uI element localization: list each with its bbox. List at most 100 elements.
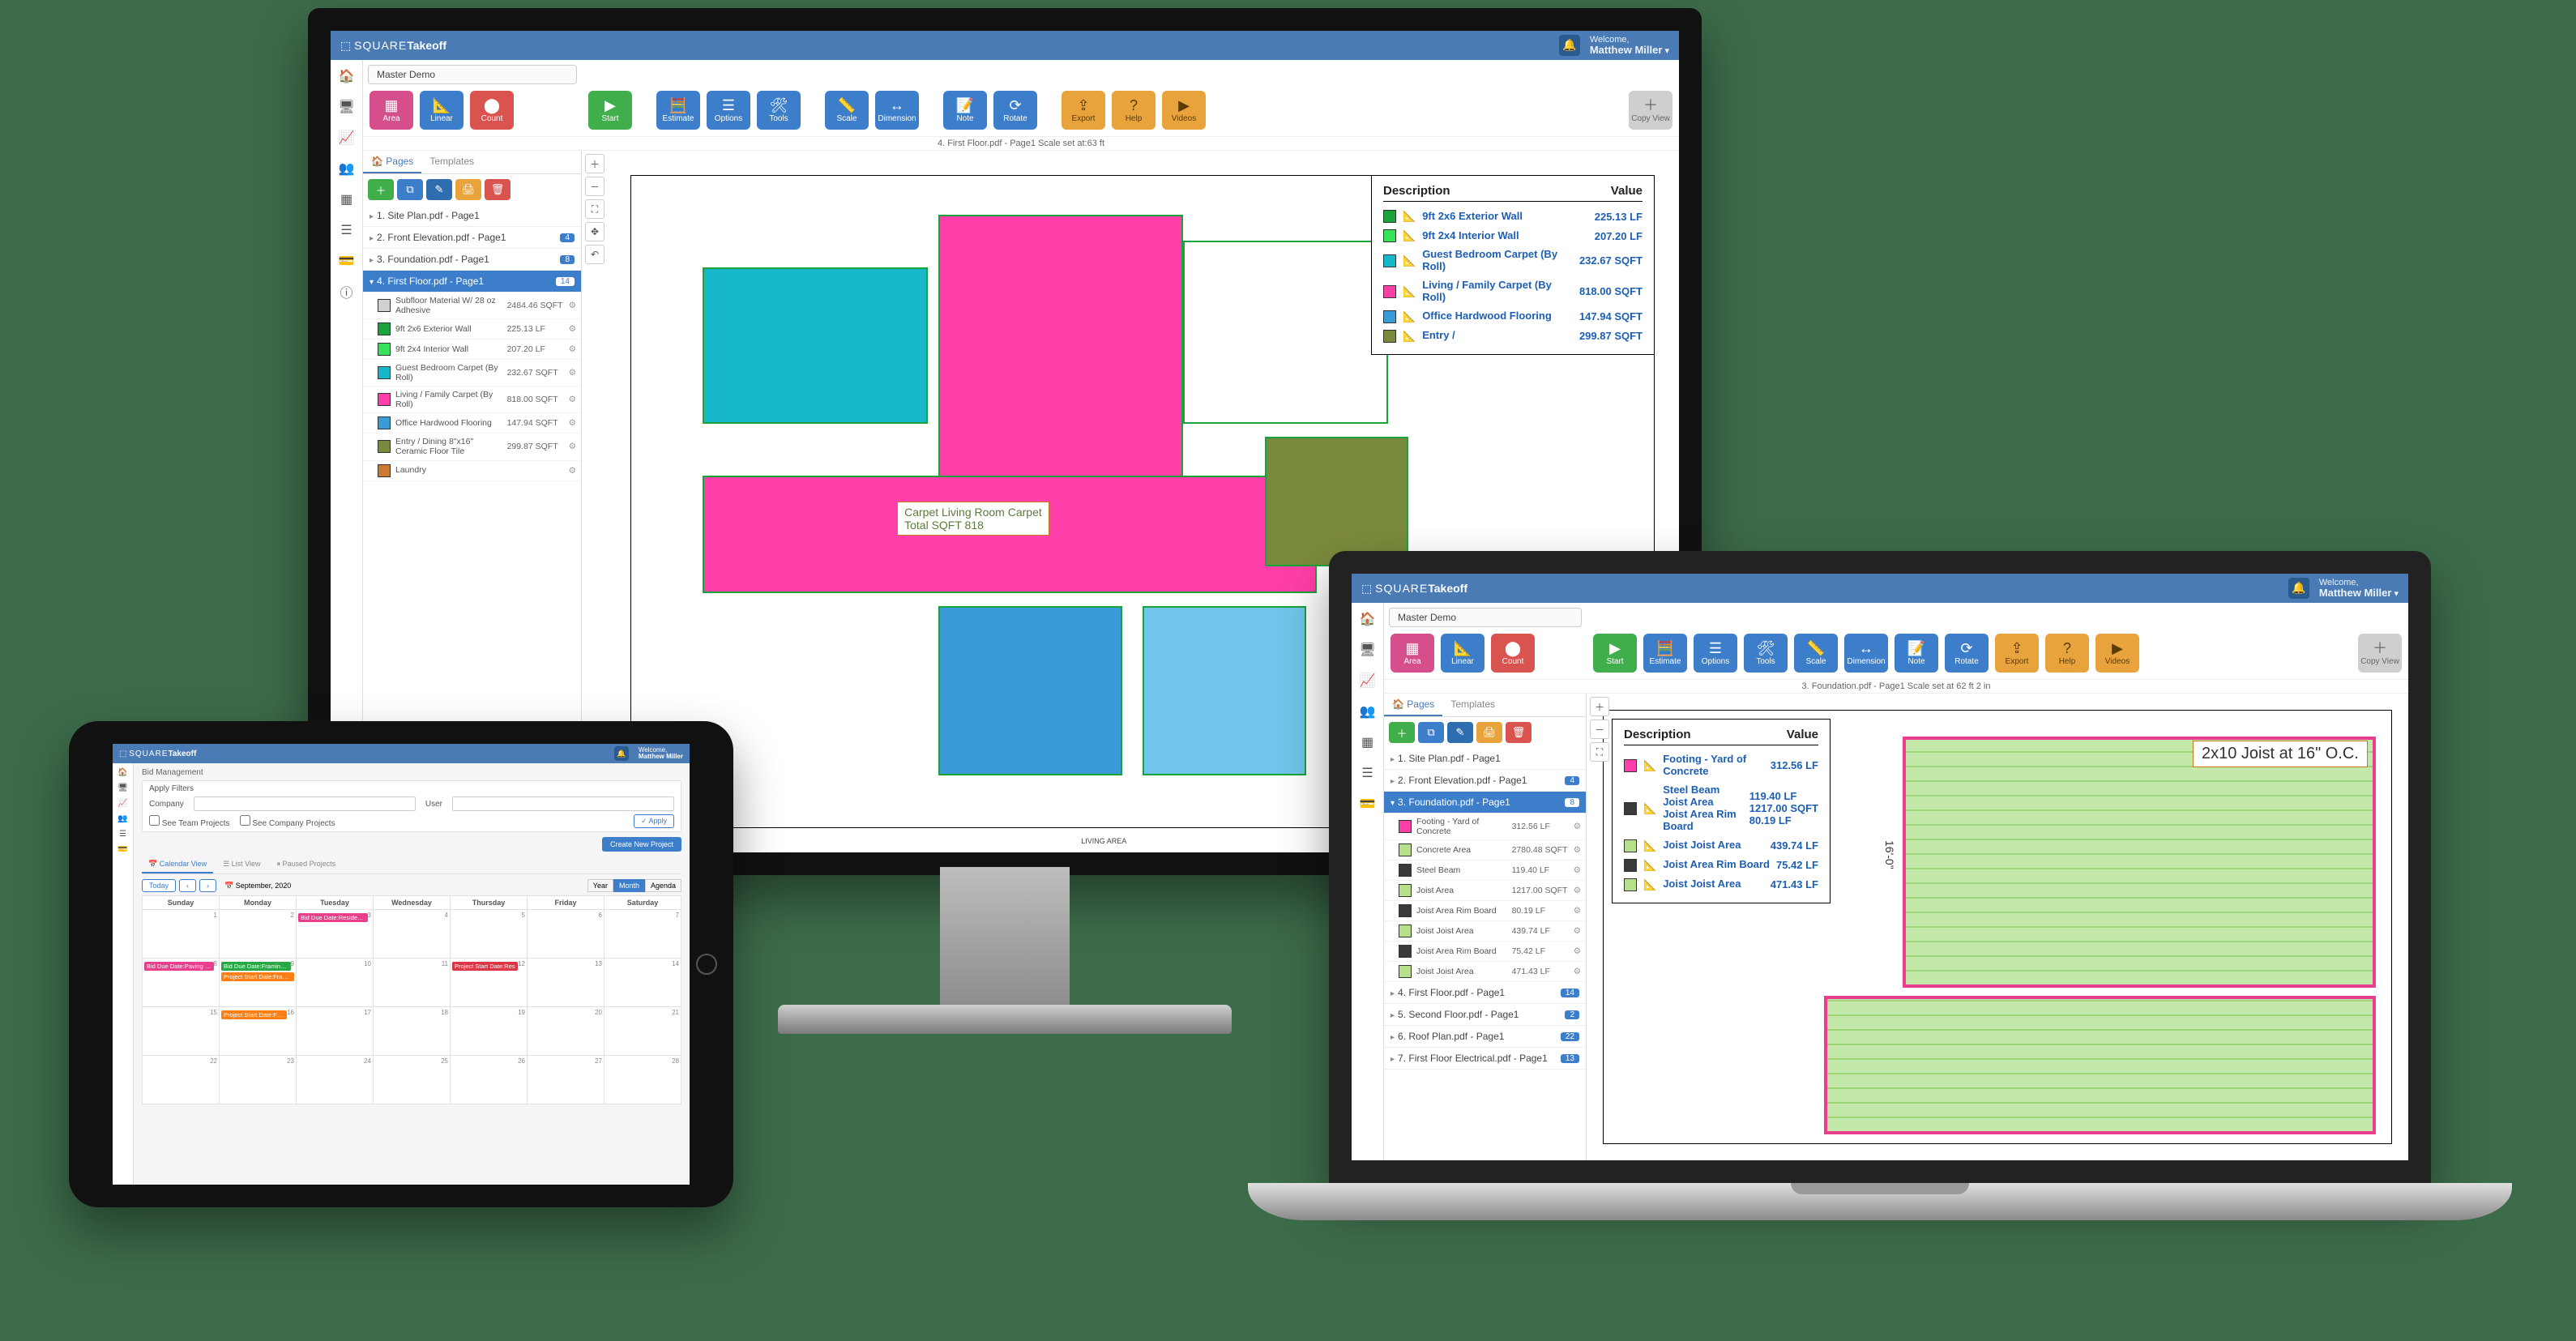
home-icon[interactable]: 🏠 bbox=[337, 66, 357, 86]
bell-icon[interactable]: 🔔 bbox=[2288, 578, 2309, 599]
page-row[interactable]: ▸1. Site Plan.pdf - Page1 bbox=[363, 205, 581, 227]
chart-icon[interactable]: 📈 bbox=[1358, 671, 1378, 690]
user-menu[interactable]: Welcome,Matthew Miller ▾ bbox=[1590, 35, 1669, 56]
gear-icon[interactable]: ⚙ bbox=[1574, 906, 1581, 916]
edit-button[interactable]: ✎ bbox=[426, 179, 452, 200]
clone-button[interactable]: ⧉ bbox=[1418, 722, 1444, 743]
measurement-row[interactable]: Living / Family Carpet (By Roll)818.00 S… bbox=[363, 386, 581, 413]
measurement-row[interactable]: Joist Joist Area439.74 LF⚙ bbox=[1384, 921, 1586, 942]
options-button[interactable]: ☰Options bbox=[707, 91, 750, 130]
monitor-icon[interactable]: 🖥 bbox=[117, 784, 128, 792]
page-row[interactable]: ▾4. First Floor.pdf - Page114 bbox=[363, 271, 581, 293]
user-menu[interactable]: Welcome,Matthew Miller bbox=[639, 747, 683, 760]
scale-button[interactable]: 📏Scale bbox=[825, 91, 869, 130]
dimension-button[interactable]: ↔Dimension bbox=[1844, 634, 1888, 673]
zoom-in-icon[interactable]: ＋ bbox=[1590, 697, 1609, 716]
add-page-button[interactable]: ＋ bbox=[368, 179, 394, 200]
info-icon[interactable]: ⓘ bbox=[337, 282, 357, 301]
calendar-event[interactable]: Bid Due Date:Paving Project bbox=[144, 962, 214, 971]
area-button[interactable]: ▦Area bbox=[370, 91, 413, 130]
copy-view-button[interactable]: ＋Copy View bbox=[1629, 91, 1672, 130]
card-icon[interactable]: 💳 bbox=[117, 845, 127, 854]
user-input[interactable] bbox=[452, 796, 674, 811]
measurement-row[interactable]: 9ft 2x4 Interior Wall207.20 LF⚙ bbox=[363, 340, 581, 360]
calendar-grid[interactable]: SundayMondayTuesdayWednesdayThursdayFrid… bbox=[142, 895, 681, 1104]
add-page-button[interactable]: ＋ bbox=[1389, 722, 1415, 743]
tab-templates[interactable]: Templates bbox=[1442, 694, 1503, 716]
prev-month-button[interactable]: ‹ bbox=[179, 879, 196, 892]
gear-icon[interactable]: ⚙ bbox=[569, 344, 576, 354]
linear-button[interactable]: 📐Linear bbox=[1441, 634, 1485, 673]
note-button[interactable]: 📝Note bbox=[1895, 634, 1938, 673]
measurement-row[interactable]: Footing - Yard of Concrete312.56 LF⚙ bbox=[1384, 814, 1586, 840]
gear-icon[interactable]: ⚙ bbox=[569, 301, 576, 310]
linear-button[interactable]: 📐Linear bbox=[420, 91, 464, 130]
area-button[interactable]: ▦Area bbox=[1391, 634, 1434, 673]
gear-icon[interactable]: ⚙ bbox=[569, 324, 576, 334]
calendar-event[interactable]: Project Start Date:Res bbox=[452, 962, 518, 971]
tab-calendar[interactable]: 📅 Calendar View bbox=[142, 856, 213, 873]
measurement-row[interactable]: Joist Joist Area471.43 LF⚙ bbox=[1384, 962, 1586, 982]
videos-button[interactable]: ▶Videos bbox=[2095, 634, 2139, 673]
fit-icon[interactable]: ⛶ bbox=[1590, 742, 1609, 762]
options-button[interactable]: ☰Options bbox=[1694, 634, 1737, 673]
delete-button[interactable]: 🗑 bbox=[1506, 722, 1532, 743]
grid-icon[interactable]: ▦ bbox=[1358, 732, 1378, 752]
chart-icon[interactable]: 📈 bbox=[337, 128, 357, 147]
undo-icon[interactable]: ↶ bbox=[585, 245, 604, 264]
print-button[interactable]: 🖨 bbox=[455, 179, 481, 200]
list-icon[interactable]: ☰ bbox=[1358, 763, 1378, 783]
measurement-row[interactable]: Concrete Area2780.48 SQFT⚙ bbox=[1384, 840, 1586, 861]
chart-icon[interactable]: 📈 bbox=[117, 799, 127, 808]
measurement-row[interactable]: Joist Area1217.00 SQFT⚙ bbox=[1384, 881, 1586, 901]
estimate-button[interactable]: 🧮Estimate bbox=[656, 91, 700, 130]
note-button[interactable]: 📝Note bbox=[943, 91, 987, 130]
gear-icon[interactable]: ⚙ bbox=[1574, 946, 1581, 956]
view-segment[interactable]: Year Month Agenda bbox=[587, 879, 681, 892]
page-row[interactable]: ▸1. Site Plan.pdf - Page1 bbox=[1384, 748, 1586, 770]
users-icon[interactable]: 👥 bbox=[1358, 702, 1378, 721]
help-button[interactable]: ?Help bbox=[2045, 634, 2089, 673]
monitor-icon[interactable]: 🖥 bbox=[337, 97, 357, 117]
tab-paused[interactable]: ⏸ Paused Projects bbox=[271, 856, 343, 873]
zoom-out-icon[interactable]: － bbox=[585, 177, 604, 196]
tablet-home-button[interactable] bbox=[696, 954, 717, 975]
users-icon[interactable]: 👥 bbox=[337, 159, 357, 178]
list-icon[interactable]: ☰ bbox=[337, 220, 357, 240]
gear-icon[interactable]: ⚙ bbox=[569, 368, 576, 378]
gear-icon[interactable]: ⚙ bbox=[1574, 845, 1581, 855]
drawing-canvas[interactable]: ＋ － ⛶ 2x10 Joist at 16" O.C. 16'-0" bbox=[1587, 694, 2408, 1160]
gear-icon[interactable]: ⚙ bbox=[1574, 926, 1581, 936]
estimate-button[interactable]: 🧮Estimate bbox=[1643, 634, 1687, 673]
measurement-row[interactable]: Joist Area Rim Board75.42 LF⚙ bbox=[1384, 942, 1586, 962]
measurement-row[interactable]: Guest Bedroom Carpet (By Roll)232.67 SQF… bbox=[363, 360, 581, 386]
rotate-button[interactable]: ⟳Rotate bbox=[1945, 634, 1989, 673]
delete-button[interactable]: 🗑 bbox=[485, 179, 511, 200]
clone-button[interactable]: ⧉ bbox=[397, 179, 423, 200]
help-button[interactable]: ?Help bbox=[1112, 91, 1156, 130]
gear-icon[interactable]: ⚙ bbox=[569, 395, 576, 404]
fit-icon[interactable]: ⛶ bbox=[585, 199, 604, 219]
gear-icon[interactable]: ⚙ bbox=[1574, 967, 1581, 976]
gear-icon[interactable]: ⚙ bbox=[1574, 886, 1581, 895]
scale-button[interactable]: 📏Scale bbox=[1794, 634, 1838, 673]
gear-icon[interactable]: ⚙ bbox=[1574, 865, 1581, 875]
calendar-event[interactable]: Project Start Date:Framing bbox=[221, 972, 294, 981]
tools-button[interactable]: 🛠Tools bbox=[757, 91, 801, 130]
next-month-button[interactable]: › bbox=[199, 879, 216, 892]
calendar-event[interactable]: Bid Due Date:Residential Project bbox=[298, 913, 368, 922]
page-row[interactable]: ▸4. First Floor.pdf - Page114 bbox=[1384, 982, 1586, 1004]
list-icon[interactable]: ☰ bbox=[119, 830, 126, 839]
rotate-button[interactable]: ⟳Rotate bbox=[993, 91, 1037, 130]
zoom-out-icon[interactable]: － bbox=[1590, 720, 1609, 739]
card-icon[interactable]: 💳 bbox=[1358, 794, 1378, 814]
home-icon[interactable]: 🏠 bbox=[1358, 609, 1378, 629]
measurement-row[interactable]: 9ft 2x6 Exterior Wall225.13 LF⚙ bbox=[363, 319, 581, 340]
count-button[interactable]: ⬤Count bbox=[470, 91, 514, 130]
tab-pages[interactable]: 🏠 Pages bbox=[1384, 694, 1442, 716]
export-button[interactable]: ⇪Export bbox=[1062, 91, 1105, 130]
page-row[interactable]: ▸7. First Floor Electrical.pdf - Page113 bbox=[1384, 1048, 1586, 1070]
calendar-event[interactable]: Bid Due Date:Framing Estimate bbox=[221, 962, 291, 971]
measurement-row[interactable]: Steel Beam119.40 LF⚙ bbox=[1384, 861, 1586, 881]
card-icon[interactable]: 💳 bbox=[337, 251, 357, 271]
